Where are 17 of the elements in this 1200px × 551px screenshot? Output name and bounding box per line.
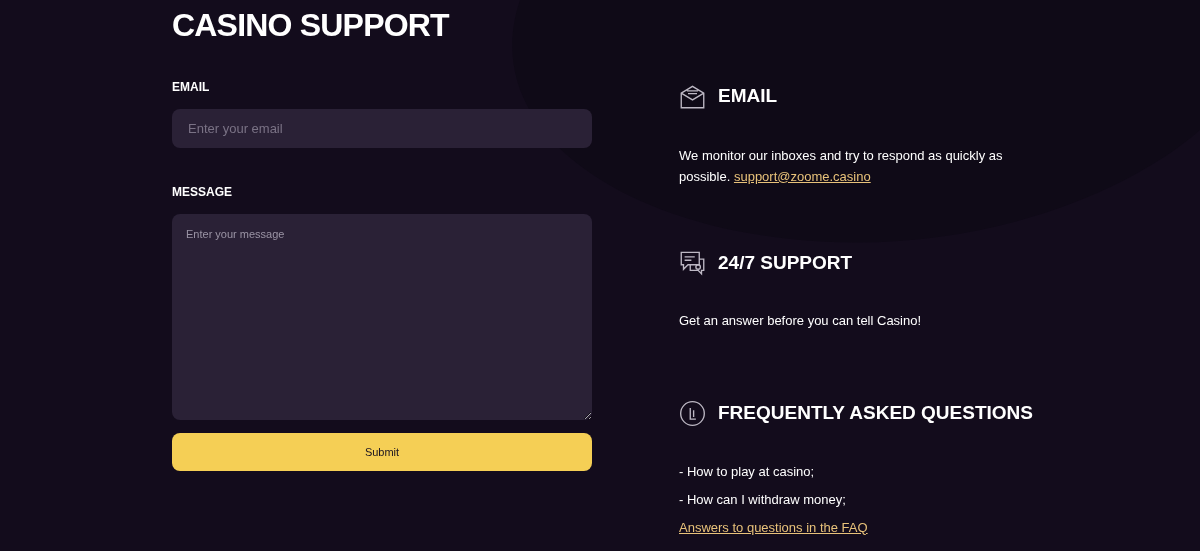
info-text: We monitor our inboxes and try to respond as quickly as possible. support@zoome.casino	[679, 146, 1004, 186]
page-title: CASINO SUPPORT	[172, 7, 451, 43]
chat-icon	[679, 249, 706, 277]
section-heading: FREQUENTLY ASKED QUESTIONS	[718, 401, 1033, 425]
email-field[interactable]: Enter your email	[172, 109, 592, 148]
submit-button[interactable]: Submit	[172, 433, 592, 471]
faq-link[interactable]: Answers to questions in the FAQ	[679, 517, 868, 538]
field-label: EMAIL	[172, 79, 210, 95]
info-text: - How to play at casino;	[679, 462, 815, 481]
email-link[interactable]: support@zoome.casino	[733, 168, 871, 184]
section-heading: 24/7 SUPPORT	[718, 250, 853, 275]
info-text: - How can I withdraw money;	[679, 490, 846, 509]
section-heading: EMAIL	[718, 84, 778, 108]
info-text: Get an answer before you can tell Casino!	[679, 312, 922, 330]
field-label: MESSAGE	[172, 184, 232, 200]
message-field[interactable]: Enter your message	[172, 214, 592, 420]
circle-icon	[679, 399, 706, 427]
